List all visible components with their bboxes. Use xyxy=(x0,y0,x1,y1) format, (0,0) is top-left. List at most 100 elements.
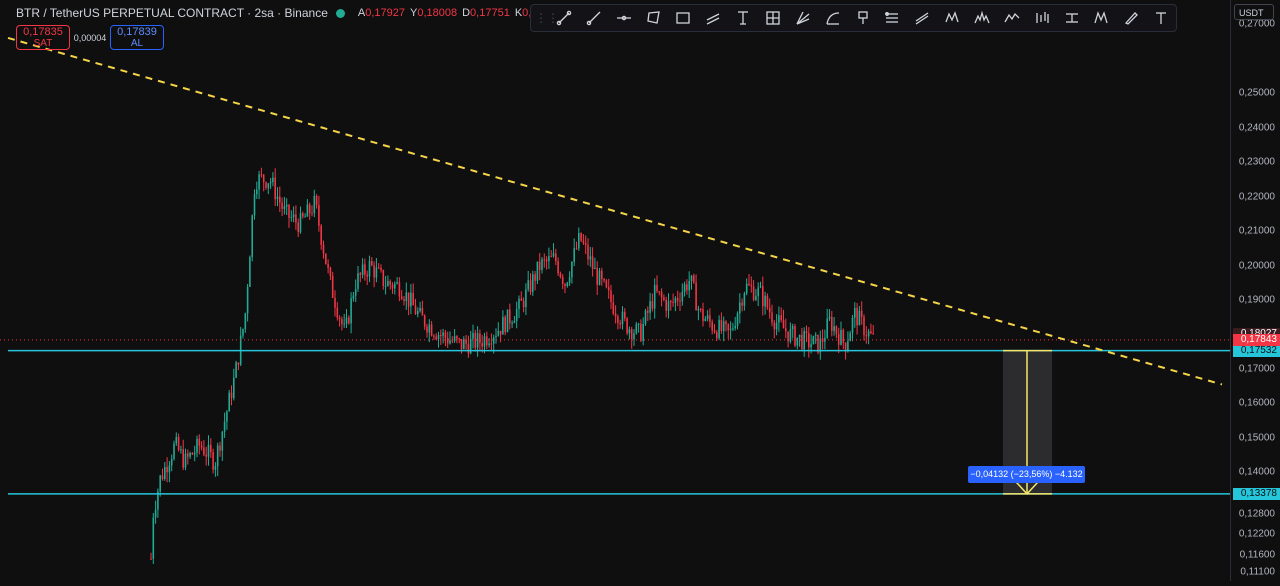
position-icon[interactable] xyxy=(848,5,878,31)
candle-body xyxy=(170,458,173,466)
fib-icon[interactable] xyxy=(1086,5,1116,31)
price-range-icon[interactable] xyxy=(1057,5,1087,31)
candle-body xyxy=(716,332,718,339)
candle-body xyxy=(460,339,463,350)
head-shoulders-icon-glyph xyxy=(974,10,990,24)
brush-icon[interactable] xyxy=(1116,5,1146,31)
candle-body xyxy=(377,267,380,269)
candle-body xyxy=(361,264,364,275)
candle-body xyxy=(789,329,792,342)
candle-body xyxy=(734,325,736,329)
text-icon[interactable] xyxy=(1146,5,1176,31)
chart-pane[interactable] xyxy=(0,0,1230,581)
symbol-title[interactable]: BTR / TetherUS PERPETUAL CONTRACT · 2sa … xyxy=(16,6,328,20)
candle-body xyxy=(764,295,766,307)
candle-body xyxy=(757,287,759,297)
candle-body xyxy=(865,335,868,337)
candle-body xyxy=(706,315,709,319)
long-position-icon[interactable] xyxy=(877,5,907,31)
buy-price: 0,17839 xyxy=(117,26,157,38)
candle-body xyxy=(398,282,401,297)
candle-body xyxy=(430,324,433,336)
candle-body xyxy=(203,447,205,455)
polygon-icon-glyph xyxy=(646,11,660,24)
candle-body xyxy=(421,308,424,316)
candle-body xyxy=(260,174,263,176)
candle-body xyxy=(207,444,210,457)
ray-icon[interactable] xyxy=(579,5,609,31)
candle-body xyxy=(331,275,334,298)
candle-body xyxy=(164,466,166,480)
candle-body xyxy=(771,312,773,323)
candle-body xyxy=(651,301,654,309)
candle-body xyxy=(745,283,748,294)
text-anchor-icon[interactable] xyxy=(728,5,758,31)
grid-icon[interactable] xyxy=(758,5,788,31)
candle-body xyxy=(511,322,513,324)
candle-body xyxy=(725,321,727,325)
candle-body xyxy=(536,261,539,281)
arc-icon[interactable] xyxy=(818,5,848,31)
candle-body xyxy=(568,277,571,283)
candle-body xyxy=(575,248,578,250)
price-tick: 0,22000 xyxy=(1238,191,1275,203)
candle-body xyxy=(244,313,247,330)
horizontal-line-icon[interactable] xyxy=(609,5,639,31)
candle-body xyxy=(237,362,240,365)
sell-label: SAT xyxy=(33,38,53,49)
candle-body xyxy=(624,311,626,319)
xabcd-pattern-icon[interactable] xyxy=(937,5,967,31)
candle-body xyxy=(269,181,272,184)
candle-body xyxy=(773,322,776,330)
bars-pattern-icon[interactable] xyxy=(1027,5,1057,31)
candle-body xyxy=(302,213,304,217)
price-chart[interactable] xyxy=(0,0,1230,581)
trend-line-icon[interactable] xyxy=(549,5,579,31)
candle-body xyxy=(318,205,320,226)
candle-body xyxy=(582,240,585,243)
rectangle-icon[interactable] xyxy=(668,5,698,31)
candle-body xyxy=(463,339,465,350)
candle-body xyxy=(649,301,651,313)
candle-body xyxy=(676,298,679,301)
head-shoulders-icon[interactable] xyxy=(967,5,997,31)
candle-body xyxy=(545,259,548,262)
candle-body xyxy=(288,204,290,218)
candle-body xyxy=(219,445,221,451)
candle-body xyxy=(854,307,856,318)
parallel-channel-icon[interactable] xyxy=(698,5,728,31)
candle-body xyxy=(695,282,697,311)
polygon-icon[interactable] xyxy=(639,5,669,31)
candle-body xyxy=(451,340,454,342)
candle-body xyxy=(743,293,746,306)
price-axis[interactable]: 0,27000 0,25000 0,24000 0,23000 0,22000 0,210… xyxy=(1230,0,1280,581)
candle-body xyxy=(578,233,580,249)
trade-panel: 0,17835 SAT 0,00004 0,17839 AL xyxy=(16,25,164,50)
candle-body xyxy=(359,273,362,275)
candle-body xyxy=(327,264,329,268)
candle-body xyxy=(166,466,168,473)
candle-body xyxy=(552,253,555,257)
candle-body xyxy=(619,322,621,325)
candle-body xyxy=(580,233,582,241)
candle-body xyxy=(814,334,817,337)
candle-body xyxy=(180,449,182,451)
currency-selector[interactable]: USDT xyxy=(1234,4,1274,20)
drag-handle-icon[interactable]: ⋮⋮ xyxy=(535,8,559,28)
candle-body xyxy=(419,308,421,312)
buy-button[interactable]: 0,17839 AL xyxy=(110,25,164,50)
candle-body xyxy=(826,318,828,338)
position-icon-glyph xyxy=(857,11,868,24)
elliott-wave-icon[interactable] xyxy=(997,5,1027,31)
short-position-icon[interactable] xyxy=(907,5,937,31)
candle-body xyxy=(168,465,171,473)
candle-body xyxy=(647,310,649,313)
sell-button[interactable]: 0,17835 SAT xyxy=(16,25,70,50)
trend-line-icon-glyph xyxy=(556,10,572,26)
gann-fan-icon[interactable] xyxy=(788,5,818,31)
candle-body xyxy=(847,341,849,352)
candle-body xyxy=(265,182,267,188)
candle-body xyxy=(805,331,808,334)
candle-body xyxy=(214,466,217,470)
candle-body xyxy=(251,215,253,258)
